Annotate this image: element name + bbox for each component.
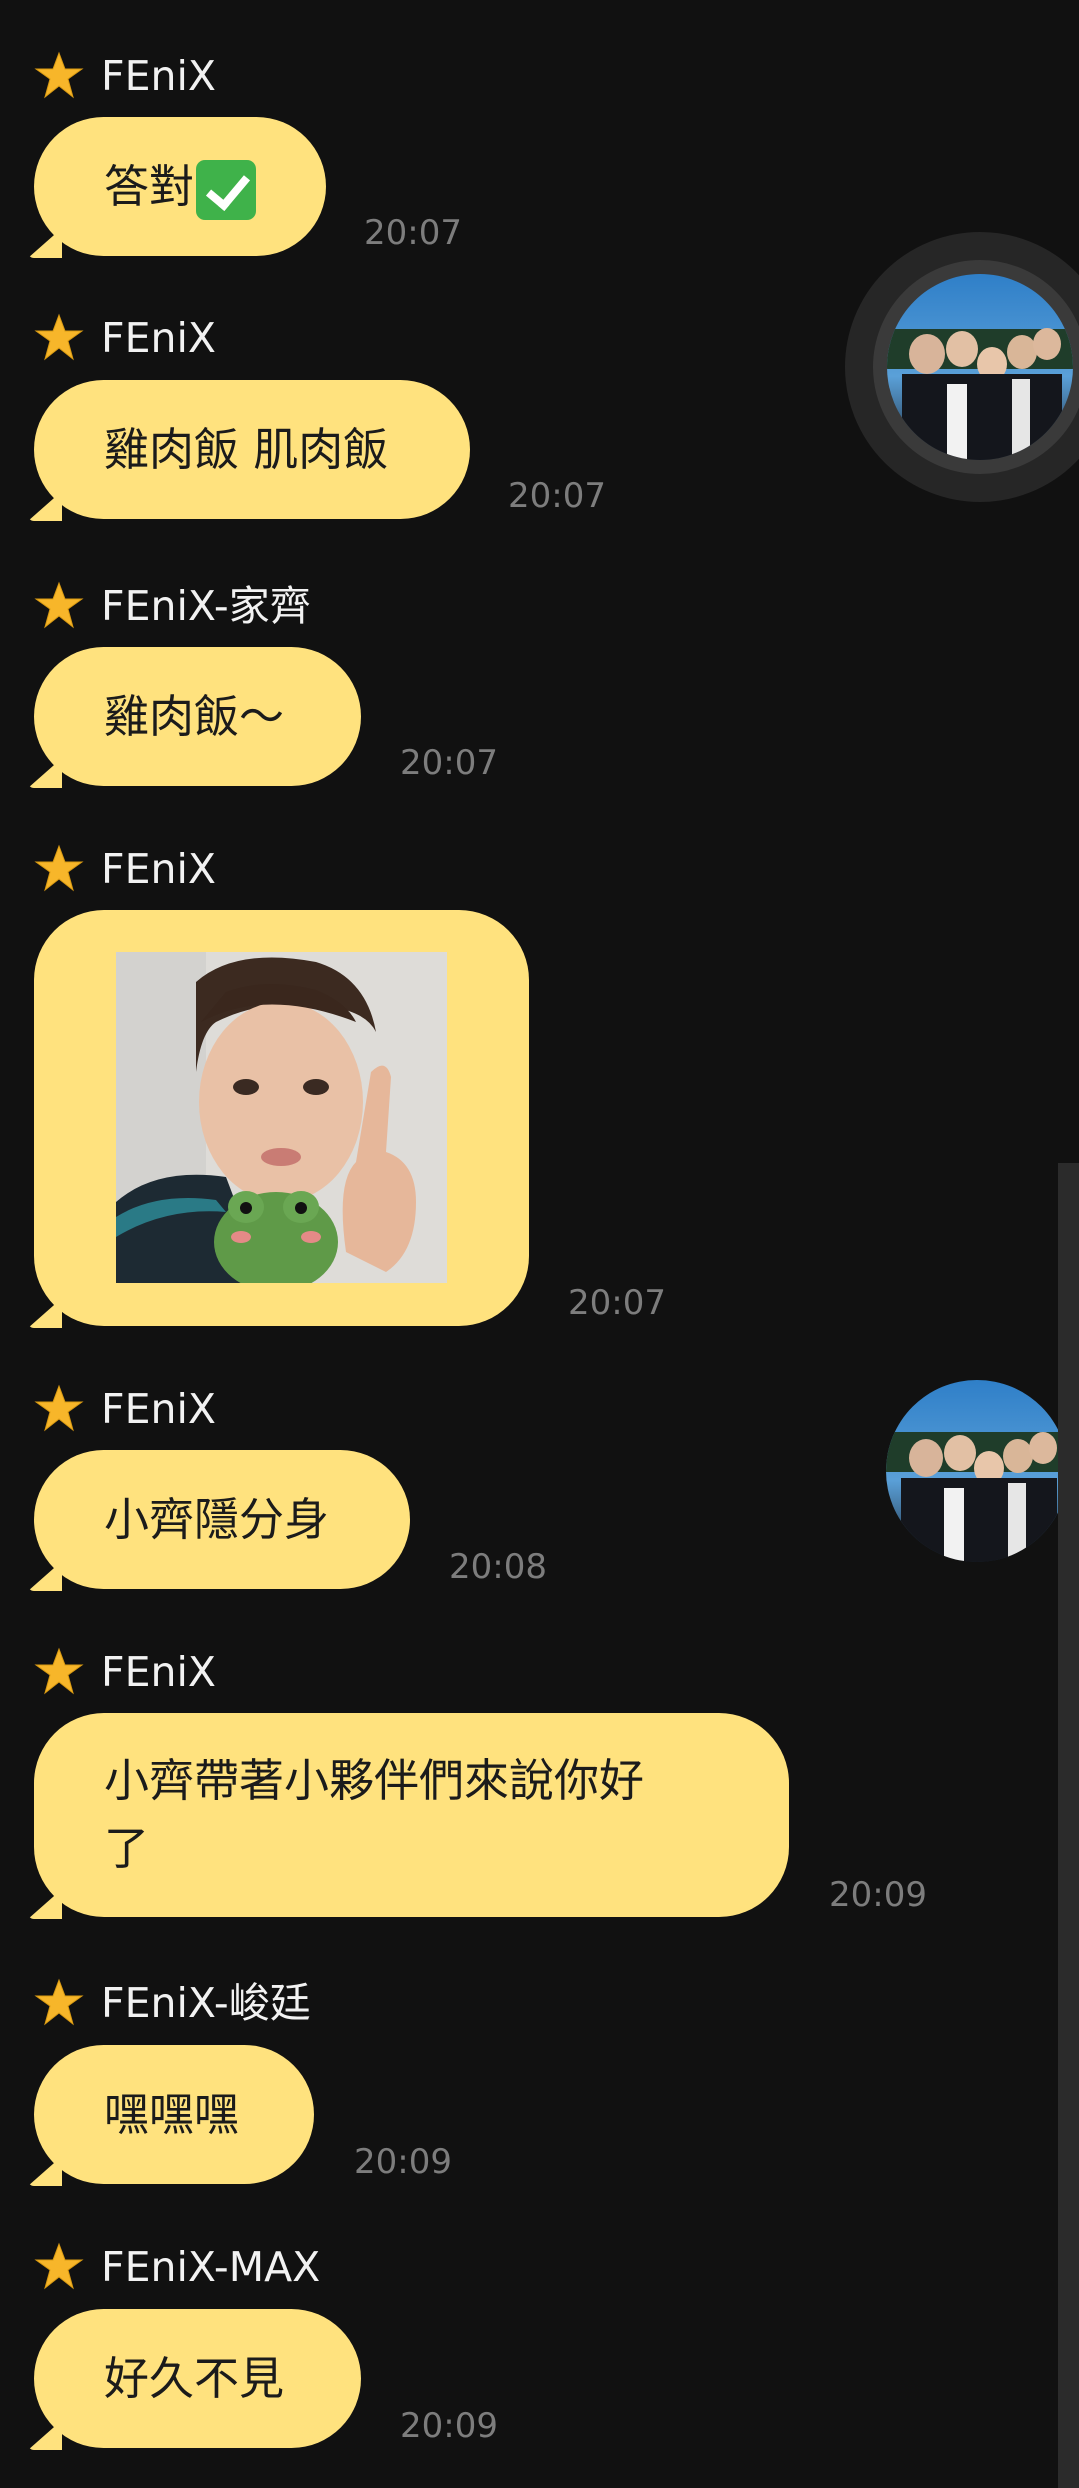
star-icon	[34, 51, 84, 99]
sender-name[interactable]: FEniX	[101, 1379, 216, 1439]
message-time: 20:09	[354, 2142, 452, 2182]
sender-row: FEniX-家齊	[34, 576, 311, 636]
star-icon	[34, 844, 84, 892]
message-text: 小齊隱分身	[104, 1492, 330, 1546]
sender-row: FEniX	[34, 308, 216, 368]
star-icon	[34, 1384, 84, 1432]
message-text: 雞肉飯 肌肉飯	[104, 422, 389, 476]
sender-row: FEniX	[34, 1379, 216, 1439]
avatar	[887, 274, 1073, 460]
star-icon	[34, 1978, 84, 2026]
message-bubble[interactable]: 好久不見	[34, 2309, 361, 2448]
group-photo-icon	[887, 274, 1073, 460]
message-bubble[interactable]: 嘿嘿嘿	[34, 2045, 314, 2184]
message-text: 雞肉飯～	[104, 689, 285, 743]
sender-name[interactable]: FEniX	[101, 308, 216, 368]
sender-name[interactable]: FEniX	[101, 46, 216, 106]
message-bubble[interactable]: 答對	[34, 117, 326, 256]
message-text: 答對	[104, 159, 195, 213]
star-icon	[34, 313, 84, 361]
message-time: 20:09	[400, 2406, 498, 2446]
message-time: 20:07	[568, 1283, 666, 1323]
scrollbar[interactable]	[1058, 1163, 1079, 2488]
message-time: 20:07	[508, 476, 606, 516]
message-text: 嘿嘿嘿	[104, 2087, 240, 2141]
sender-row: FEniX	[34, 46, 216, 106]
sender-name[interactable]: FEniX-MAX	[101, 2237, 320, 2297]
floating-avatar-ring[interactable]	[845, 232, 1079, 502]
star-icon	[34, 581, 84, 629]
sender-row: FEniX-MAX	[34, 2237, 320, 2297]
message-time: 20:09	[829, 1875, 927, 1915]
sender-name[interactable]: FEniX-家齊	[101, 576, 311, 636]
message-bubble[interactable]: 小齊隱分身	[34, 1450, 410, 1589]
message-text-container: 答對	[104, 153, 286, 221]
message-bubble[interactable]: 小齊帶著小夥伴們來說你好 了	[34, 1713, 789, 1917]
message-time: 20:07	[364, 213, 462, 253]
sender-row: FEniX-峻廷	[34, 1973, 311, 2033]
message-bubble[interactable]: 雞肉飯～	[34, 647, 361, 786]
sender-name[interactable]: FEniX-峻廷	[101, 1973, 311, 2033]
message-time: 20:07	[400, 743, 498, 783]
message-time: 20:08	[449, 1547, 547, 1587]
star-icon	[34, 2242, 84, 2290]
sender-name[interactable]: FEniX	[101, 1642, 216, 1702]
message-photo[interactable]	[116, 952, 447, 1283]
sender-name[interactable]: FEniX	[101, 839, 216, 899]
sender-row: FEniX	[34, 1642, 216, 1702]
message-bubble[interactable]: 雞肉飯 肌肉飯	[34, 380, 470, 519]
selfie-photo-icon	[116, 952, 447, 1283]
sender-row: FEniX	[34, 839, 216, 899]
floating-avatar[interactable]	[886, 1380, 1068, 1562]
star-icon	[34, 1647, 84, 1695]
group-photo-icon	[886, 1380, 1068, 1562]
message-text: 好久不見	[104, 2351, 285, 2405]
message-text: 小齊帶著小夥伴們來說你好 了	[104, 1754, 645, 1875]
check-mark-emoji	[196, 159, 257, 220]
